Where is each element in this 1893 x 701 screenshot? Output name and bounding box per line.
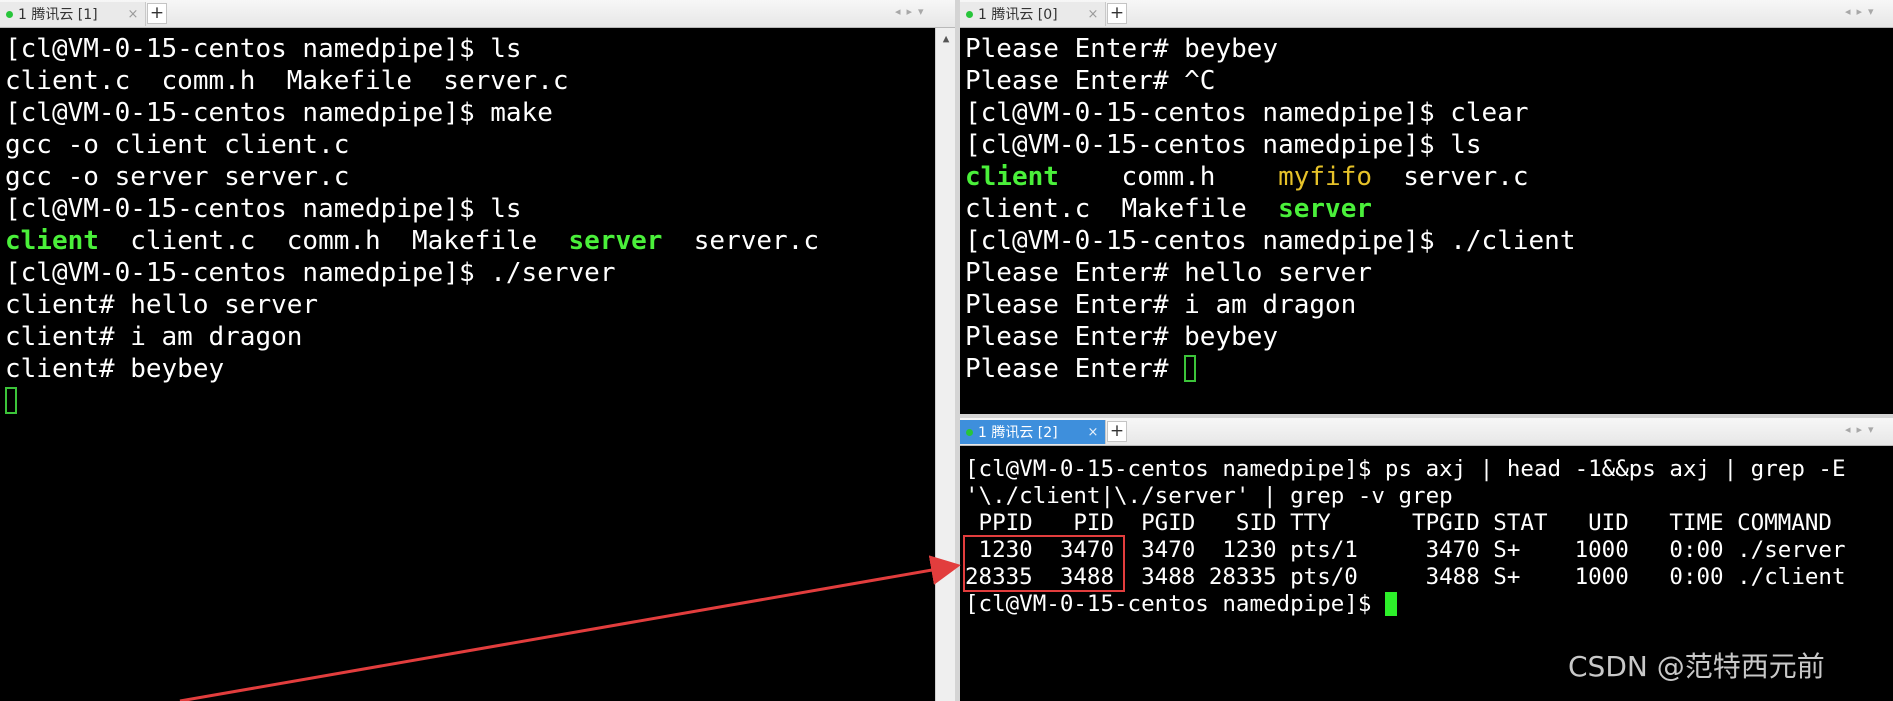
top-right-terminal-pane[interactable]: 1 腾讯云 [0] × + ◂▸▾ Please Enter# beybey Pl… — [960, 0, 1893, 414]
terminal-line: [cl@VM-0-15-centos namedpipe]$ ls — [5, 33, 819, 65]
top-right-terminal-output[interactable]: Please Enter# beybey Please Enter# ^C [cl@… — [965, 33, 1575, 385]
terminal-text: [cl@VM-0-15-centos namedpipe]$ ls — [5, 34, 522, 64]
terminal-line: client# hello server — [5, 289, 819, 321]
terminal-text: client.c comm.h Makefile server.c — [5, 66, 569, 96]
terminal-text: Please Enter# hello server — [965, 258, 1372, 288]
ppid-pid-highlight-box — [963, 535, 1125, 592]
tab-session-2[interactable]: 1 腾讯云 [2] × — [960, 420, 1106, 444]
new-tab-button[interactable]: + — [1107, 421, 1127, 442]
terminal-line: Please Enter# ^C — [965, 65, 1575, 97]
terminal-text: client.c comm.h Makefile — [98, 226, 569, 256]
terminal-text: [cl@VM-0-15-centos namedpipe]$ ./server — [5, 258, 616, 288]
tab-title: 1 腾讯云 [0] — [978, 7, 1058, 23]
left-terminal-output[interactable]: [cl@VM-0-15-centos namedpipe]$ ls client.… — [5, 33, 819, 417]
terminal-line: [cl@VM-0-15-centos namedpipe]$ ./client — [965, 225, 1575, 257]
terminal-text: [cl@VM-0-15-centos namedpipe]$ clear — [965, 98, 1529, 128]
terminal-text-green: client — [5, 226, 99, 256]
terminal-text: [cl@VM-0-15-centos namedpipe]$ ls — [5, 194, 522, 224]
terminal-line — [5, 385, 819, 417]
tab-session-1[interactable]: 1 腾讯云 [1] × — [0, 2, 146, 26]
terminal-line: client client.c comm.h Makefile server s… — [5, 225, 819, 257]
terminal-text-green: client — [965, 162, 1059, 192]
terminal-text: [cl@VM-0-15-centos namedpipe]$ — [965, 591, 1385, 617]
terminal-line: client# beybey — [5, 353, 819, 385]
terminal-text: server.c — [662, 226, 819, 256]
left-vertical-scrollbar[interactable]: ▲ — [935, 28, 956, 701]
terminal-line: client# i am dragon — [5, 321, 819, 353]
terminal-text: Please Enter# ^C — [965, 66, 1216, 96]
terminal-line: [cl@VM-0-15-centos namedpipe]$ ./server — [5, 257, 819, 289]
terminal-line: [cl@VM-0-15-centos namedpipe]$ ls — [965, 129, 1575, 161]
terminal-text: client.c Makefile — [965, 194, 1279, 224]
tab-title: 1 腾讯云 [1] — [18, 7, 98, 23]
terminal-text: [cl@VM-0-15-centos namedpipe]$ make — [5, 98, 553, 128]
terminal-line: client.c comm.h Makefile server.c — [5, 65, 819, 97]
close-tab-icon[interactable]: × — [1085, 7, 1101, 22]
top-right-tab-bar: 1 腾讯云 [0] × + ◂▸▾ — [960, 0, 1893, 28]
terminal-line: [cl@VM-0-15-centos namedpipe]$ ls — [5, 193, 819, 225]
terminal-text: Please Enter# beybey — [965, 322, 1279, 352]
tab-session-0[interactable]: 1 腾讯云 [0] × — [960, 2, 1106, 26]
terminal-text: comm.h — [1058, 162, 1279, 192]
terminal-line: [cl@VM-0-15-centos namedpipe]$ clear — [965, 97, 1575, 129]
tab-title: 1 腾讯云 [2] — [978, 425, 1058, 441]
new-tab-button[interactable]: + — [147, 3, 167, 24]
terminal-text-yellow: myfifo — [1278, 162, 1372, 192]
terminal-line: [cl@VM-0-15-centos namedpipe]$ — [965, 591, 1846, 618]
new-tab-button[interactable]: + — [1107, 3, 1127, 24]
terminal-line: Please Enter# i am dragon — [965, 289, 1575, 321]
watermark: CSDN @范特西元前 — [1568, 650, 1825, 683]
terminal-text: client# i am dragon — [5, 322, 303, 352]
terminal-text: PPID PID PGID SID TTY TPGID STAT UID TIM… — [965, 510, 1832, 536]
close-tab-icon[interactable]: × — [125, 7, 141, 22]
connected-status-icon — [966, 10, 973, 18]
scroll-up-icon[interactable]: ▲ — [936, 32, 956, 45]
terminal-text-green: server — [1278, 194, 1372, 224]
terminal-line: [cl@VM-0-15-centos namedpipe]$ make — [5, 97, 819, 129]
terminal-cursor — [1384, 592, 1397, 616]
terminal-text: Please Enter# beybey — [965, 34, 1279, 64]
terminal-line: Please Enter# beybey — [965, 33, 1575, 65]
close-tab-icon[interactable]: × — [1085, 425, 1101, 440]
terminal-line: client.c Makefile server — [965, 193, 1575, 225]
terminal-line: Please Enter# hello server — [965, 257, 1575, 289]
terminal-line: Please Enter# — [965, 353, 1575, 385]
terminal-text: '\./client|\./server' | grep -v grep — [965, 483, 1453, 509]
terminal-text: gcc -o server server.c — [5, 162, 350, 192]
terminal-line: Please Enter# beybey — [965, 321, 1575, 353]
bottom-right-tab-bar: 1 腾讯云 [2] × + ◂▸▾ — [960, 418, 1893, 446]
terminal-cursor — [5, 387, 17, 414]
terminal-line: '\./client|\./server' | grep -v grep — [965, 483, 1846, 510]
left-tab-bar: 1 腾讯云 [1] × + ◂▸▾ — [0, 0, 955, 28]
terminal-line: [cl@VM-0-15-centos namedpipe]$ ps axj | … — [965, 456, 1846, 483]
terminal-text: [cl@VM-0-15-centos namedpipe]$ ls — [965, 130, 1482, 160]
tab-scroll-arrows-icon[interactable]: ◂▸▾ — [1845, 5, 1880, 18]
terminal-text: gcc -o client client.c — [5, 130, 350, 160]
terminal-line: gcc -o server server.c — [5, 161, 819, 193]
terminal-cursor — [1184, 355, 1197, 382]
terminal-text: [cl@VM-0-15-centos namedpipe]$ ./client — [965, 226, 1576, 256]
terminal-text: Please Enter# i am dragon — [965, 290, 1357, 320]
left-terminal-pane[interactable]: 1 腾讯云 [1] × + ◂▸▾ [cl@VM-0-15-centos nam… — [0, 0, 955, 701]
tab-scroll-arrows-icon[interactable]: ◂▸▾ — [1845, 423, 1880, 436]
terminal-text: [cl@VM-0-15-centos namedpipe]$ ps axj | … — [965, 456, 1846, 482]
connected-status-icon — [6, 10, 13, 18]
terminal-line: client comm.h myfifo server.c — [965, 161, 1575, 193]
connected-status-icon — [966, 428, 973, 436]
terminal-text-green: server — [568, 226, 663, 256]
terminal-text: server.c — [1372, 162, 1529, 192]
terminal-line: PPID PID PGID SID TTY TPGID STAT UID TIM… — [965, 510, 1846, 537]
terminal-text: client# beybey — [5, 354, 225, 384]
terminal-text: client# hello server — [5, 290, 319, 320]
terminal-text: Please Enter# — [965, 354, 1185, 384]
terminal-line: gcc -o client client.c — [5, 129, 819, 161]
tab-scroll-arrows-icon[interactable]: ◂▸▾ — [895, 5, 930, 18]
